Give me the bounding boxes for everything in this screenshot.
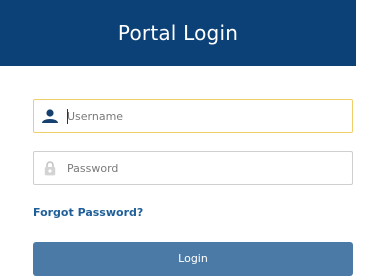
portal-header: Portal Login (0, 0, 356, 66)
page-title: Portal Login (117, 21, 239, 45)
forgot-password-link[interactable]: Forgot Password? (33, 206, 143, 219)
text-cursor (67, 109, 68, 124)
login-button[interactable]: Login (33, 242, 353, 276)
username-input[interactable] (67, 102, 337, 130)
lock-icon (34, 152, 66, 184)
password-input[interactable] (67, 154, 337, 182)
password-field[interactable] (33, 151, 353, 185)
username-field[interactable] (33, 99, 353, 133)
user-icon (34, 100, 66, 132)
